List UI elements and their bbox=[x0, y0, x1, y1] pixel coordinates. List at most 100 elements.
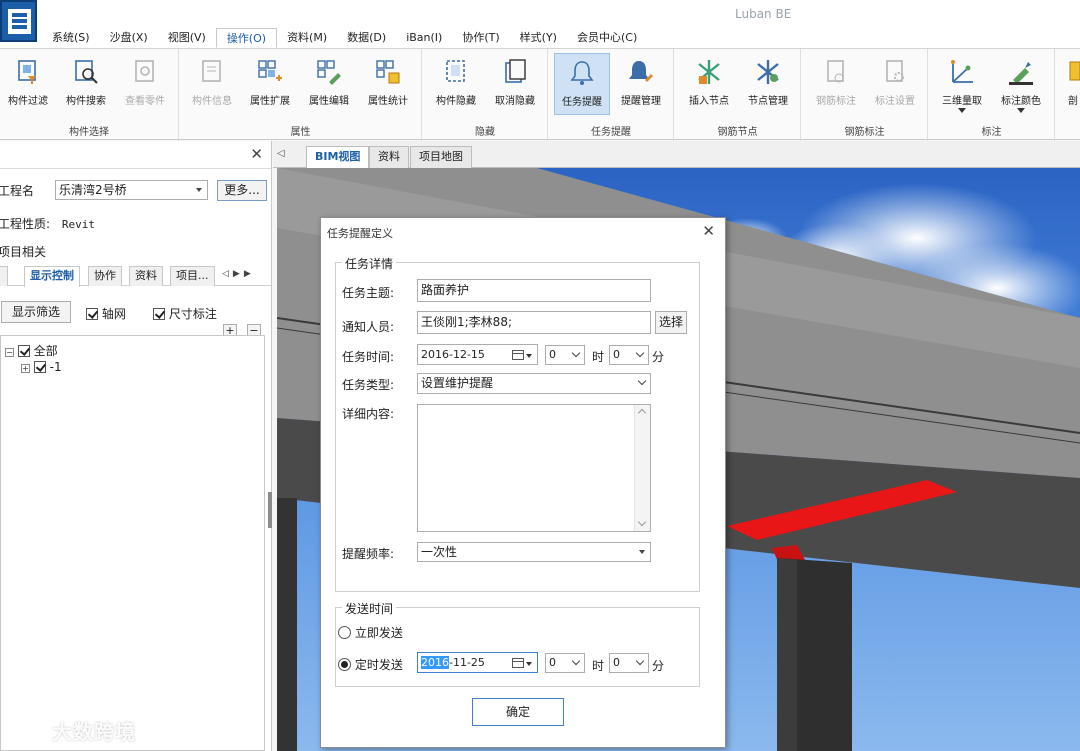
attr-extend-button[interactable]: 属性扩展 bbox=[242, 53, 298, 115]
reminder-manage-icon bbox=[629, 61, 653, 82]
component-search-button[interactable]: 构件搜索 bbox=[58, 53, 114, 115]
label-color-button[interactable]: 标注颜色 bbox=[993, 53, 1049, 115]
detail-content-label: 详细内容: bbox=[342, 407, 395, 421]
checkbox-checked-icon[interactable] bbox=[33, 361, 46, 373]
tab-bim-view[interactable]: BIM视图 bbox=[306, 146, 370, 168]
select-people-button[interactable]: 选择 bbox=[655, 311, 687, 334]
send-now-radio[interactable]: 立即发送 bbox=[338, 624, 403, 641]
menu-member-center[interactable]: 会员中心(C) bbox=[567, 28, 647, 48]
component-hide-button[interactable]: 构件隐藏 bbox=[428, 53, 484, 115]
attr-stats-button[interactable]: 属性统计 bbox=[360, 53, 416, 115]
close-icon[interactable]: ✕ bbox=[250, 145, 263, 163]
tab-scroll-arrows-icon[interactable]: ◁▶▶ bbox=[222, 269, 255, 279]
tab-project[interactable]: 项目... bbox=[170, 266, 215, 286]
tab-scroll-left-icon[interactable]: ◁ bbox=[277, 148, 285, 159]
display-filter-button[interactable]: 显示筛选 bbox=[1, 301, 71, 323]
notify-input[interactable]: 王倓刚1;李林88; bbox=[417, 311, 651, 334]
task-type-select[interactable]: 设置维护提醒 bbox=[417, 373, 651, 394]
send-date-picker[interactable]: 2016-11-25 bbox=[417, 652, 538, 673]
send-hour-select[interactable]: 0 bbox=[545, 653, 585, 673]
subject-input[interactable]: 路面养护 bbox=[417, 279, 651, 302]
view-tabs: ◁ BIM视图 资料 项目地图 bbox=[273, 141, 1080, 168]
tab-collaborate[interactable]: 协作 bbox=[88, 266, 122, 286]
menu-view[interactable]: 视图(V) bbox=[158, 28, 216, 48]
project-type-label: 工程性质: bbox=[0, 217, 51, 231]
ribbon-group-annotation: 三维量取 标注颜色 标注 bbox=[929, 49, 1055, 141]
rebar-label-button[interactable]: 钢筋标注 bbox=[808, 53, 864, 115]
watermark-logo-icon bbox=[8, 721, 42, 741]
project-name-select[interactable]: 乐清湾2号桥 bbox=[55, 180, 208, 200]
menu-collaborate[interactable]: 协作(T) bbox=[452, 28, 509, 48]
tree-node-level[interactable]: + -1 bbox=[21, 360, 62, 374]
label-settings-icon bbox=[886, 60, 904, 82]
scroll-up-icon[interactable] bbox=[637, 408, 647, 418]
task-date-picker[interactable]: 2016-12-15 bbox=[417, 344, 538, 365]
label-settings-button[interactable]: 标注设置 bbox=[867, 53, 923, 115]
panel-splitter[interactable] bbox=[268, 492, 272, 528]
send-scheduled-radio[interactable]: 定时发送 bbox=[338, 656, 403, 673]
left-panel-header: ✕ bbox=[0, 141, 271, 169]
ribbon-group-task-reminder: 任务提醒 提醒管理 任务提醒 bbox=[549, 49, 674, 141]
dimension-checkbox[interactable]: 尺寸标注 bbox=[153, 305, 217, 322]
title-bar: Luban BE 系统(S) 沙盘(X) 视图(V) 操作(O) 资料(M) 数… bbox=[0, 0, 1080, 48]
node-manage-icon bbox=[757, 60, 779, 84]
calendar-icon[interactable] bbox=[512, 658, 524, 668]
component-filter-button[interactable]: 构件过滤 bbox=[0, 53, 56, 115]
textarea-scrollbar[interactable] bbox=[634, 405, 650, 531]
tab-view-materials[interactable]: 资料 bbox=[369, 146, 409, 168]
measure-3d-button[interactable]: 三维量取 bbox=[934, 53, 990, 115]
app-title: Luban BE bbox=[735, 7, 792, 21]
attr-stats-icon bbox=[376, 60, 400, 84]
insert-node-button[interactable]: 插入节点 bbox=[681, 53, 737, 115]
label-color-icon bbox=[1009, 62, 1033, 85]
frequency-select[interactable]: 一次性 bbox=[417, 542, 651, 562]
chevron-down-icon[interactable] bbox=[526, 662, 532, 666]
tab-project-map[interactable]: 项目地图 bbox=[410, 146, 472, 168]
cancel-hide-button[interactable]: 取消隐藏 bbox=[487, 53, 543, 115]
ribbon-group-component-select: 构件过滤 构件搜索 查看零件 构件选择 bbox=[0, 49, 179, 141]
tab-display-control[interactable]: 显示控制 bbox=[24, 266, 80, 287]
attr-edit-button[interactable]: 属性编辑 bbox=[301, 53, 357, 115]
calendar-icon[interactable] bbox=[512, 350, 524, 360]
detail-content-textarea[interactable] bbox=[417, 404, 651, 532]
menu-style[interactable]: 样式(Y) bbox=[510, 28, 567, 48]
section-cut-button[interactable]: 剖 bbox=[1058, 53, 1080, 115]
close-icon[interactable]: ✕ bbox=[702, 222, 715, 240]
menu-materials[interactable]: 资料(M) bbox=[277, 28, 337, 48]
task-type-label: 任务类型: bbox=[342, 378, 395, 392]
ribbon-toolbar: 构件过滤 构件搜索 查看零件 构件选择 构件信息 属性扩展 属性编辑 属性统计 bbox=[0, 48, 1080, 141]
menu-system[interactable]: 系统(S) bbox=[42, 28, 100, 48]
tree-node-all[interactable]: − 全部 bbox=[5, 342, 58, 359]
send-hour-unit-label: 时 bbox=[592, 659, 605, 673]
measure-3d-icon bbox=[951, 60, 973, 83]
reminder-manage-button[interactable]: 提醒管理 bbox=[613, 53, 669, 115]
task-hour-select[interactable]: 0 bbox=[545, 345, 585, 365]
left-panel-tabs: 显示控制 协作 资料 项目... ◁▶▶ bbox=[0, 264, 272, 287]
view-parts-icon bbox=[135, 60, 154, 82]
view-parts-button[interactable]: 查看零件 bbox=[117, 53, 173, 115]
more-button[interactable]: 更多... bbox=[217, 180, 267, 201]
send-minute-select[interactable]: 0 bbox=[609, 653, 649, 673]
measure-3d-dropdown-icon[interactable] bbox=[958, 108, 966, 113]
tab-materials[interactable]: 资料 bbox=[129, 266, 163, 286]
confirm-button[interactable]: 确定 bbox=[472, 698, 564, 726]
menu-sandbox[interactable]: 沙盘(X) bbox=[100, 28, 158, 48]
task-minute-select[interactable]: 0 bbox=[609, 345, 649, 365]
radio-checked-icon bbox=[338, 658, 351, 671]
component-info-button[interactable]: 构件信息 bbox=[184, 53, 240, 115]
node-manage-button[interactable]: 节点管理 bbox=[740, 53, 796, 115]
axis-grid-checkbox[interactable]: 轴网 bbox=[86, 305, 126, 322]
menu-data[interactable]: 数据(D) bbox=[337, 28, 396, 48]
menu-operate[interactable]: 操作(O) bbox=[215, 28, 278, 48]
chevron-down-icon[interactable] bbox=[526, 354, 532, 358]
scroll-down-icon[interactable] bbox=[637, 517, 647, 527]
section-cut-icon bbox=[1069, 61, 1080, 81]
label-color-dropdown-icon[interactable] bbox=[1017, 108, 1025, 113]
menu-iban[interactable]: iBan(I) bbox=[396, 28, 452, 48]
app-logo-icon[interactable] bbox=[0, 0, 37, 42]
task-reminder-button[interactable]: 任务提醒 bbox=[554, 53, 610, 115]
expand-icon[interactable]: + bbox=[21, 364, 30, 373]
collapse-icon[interactable]: − bbox=[5, 348, 14, 357]
tab-hidden-prev[interactable] bbox=[0, 266, 8, 286]
checkbox-checked-icon[interactable] bbox=[17, 345, 30, 357]
